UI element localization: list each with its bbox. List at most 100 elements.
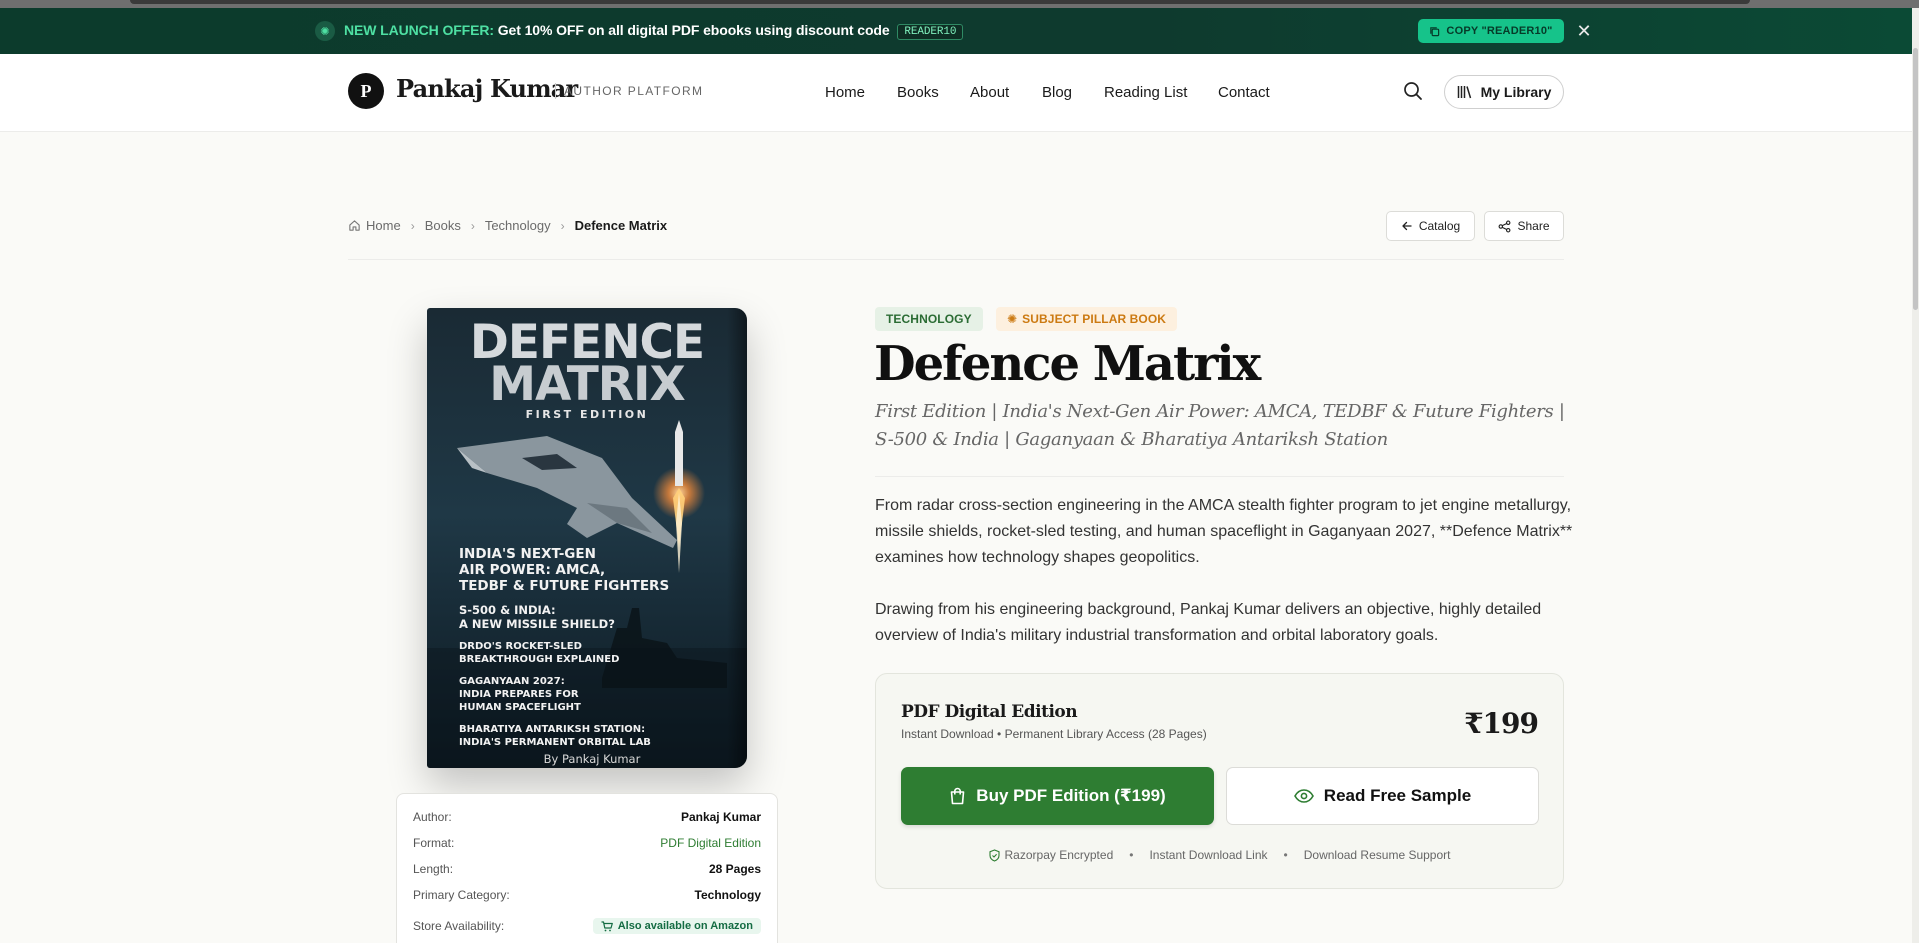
breadcrumb-technology[interactable]: Technology bbox=[485, 218, 551, 233]
trust-razorpay-label: Razorpay Encrypted bbox=[1004, 848, 1114, 862]
trust-instant-download: Instant Download Link bbox=[1149, 848, 1268, 862]
copy-icon bbox=[1430, 26, 1440, 36]
buy-pdf-label: Buy PDF Edition (₹199) bbox=[976, 786, 1166, 805]
promo-banner: ✺ NEW LAUNCH OFFER: Get 10% OFF on all d… bbox=[0, 8, 1912, 54]
trust-resume-support: Download Resume Support bbox=[1303, 848, 1451, 862]
cover-point-4-line3: HUMAN SPACEFLIGHT bbox=[459, 702, 581, 713]
cover-byline: By Pankaj Kumar bbox=[544, 752, 641, 766]
cover-point-1-line1: INDIA'S NEXT-GEN bbox=[459, 546, 596, 562]
book-cover[interactable]: DEFENCE MATRIX FIRST EDITION INDIA'S NEX… bbox=[427, 308, 747, 768]
my-library-button[interactable]: My Library bbox=[1444, 75, 1564, 109]
cover-edition: FIRST EDITION bbox=[526, 408, 649, 421]
book-meta-card: Author: Pankaj Kumar Format: PDF Digital… bbox=[396, 793, 778, 943]
copy-code-label: COPY "READER10" bbox=[1446, 25, 1553, 37]
meta-row-store: Store Availability: Also available on Am… bbox=[413, 918, 761, 934]
price: ₹199 bbox=[1464, 707, 1539, 740]
meta-label: Primary Category: bbox=[413, 888, 510, 902]
site-header: P Pankaj Kumar AUTHOR PLATFORM Home Book… bbox=[0, 54, 1912, 132]
sparkle-icon: ✺ bbox=[315, 21, 335, 41]
promo-message: NEW LAUNCH OFFER: Get 10% OFF on all dig… bbox=[344, 22, 964, 40]
trust-badges: Razorpay Encrypted • Instant Download Li… bbox=[876, 848, 1563, 862]
catalog-label: Catalog bbox=[1418, 219, 1461, 233]
read-sample-label: Read Free Sample bbox=[1323, 786, 1472, 805]
brand-tagline: AUTHOR PLATFORM bbox=[555, 83, 703, 99]
book-description-2: Drawing from his engineering background,… bbox=[875, 601, 1542, 644]
brand-name[interactable]: Pankaj Kumar bbox=[396, 74, 578, 103]
cover-point-5-line1: BHARATIYA ANTARIKSH STATION: bbox=[459, 724, 645, 735]
cover-point-3-line2: BREAKTHROUGH EXPLAINED bbox=[459, 654, 619, 665]
book-description-1: From radar cross-section engineering in … bbox=[875, 497, 1573, 566]
home-icon[interactable] bbox=[348, 219, 361, 232]
book-subtitle: First Edition | India's Next-Gen Air Pow… bbox=[875, 401, 1565, 450]
separator-dot: • bbox=[1129, 848, 1134, 862]
nav-contact[interactable]: Contact bbox=[1218, 84, 1270, 101]
breadcrumb-chevron-icon: › bbox=[470, 218, 475, 233]
promo-highlight: NEW LAUNCH OFFER: bbox=[344, 22, 494, 38]
my-library-label: My Library bbox=[1480, 84, 1552, 100]
purchase-card: PDF Digital Edition Instant Download • P… bbox=[875, 673, 1564, 889]
meta-length: 28 Pages bbox=[708, 862, 761, 876]
cover-point-5-line2: INDIA'S PERMANENT ORBITAL LAB bbox=[459, 737, 651, 748]
edition-subtitle: Instant Download • Permanent Library Acc… bbox=[901, 727, 1207, 741]
category-tag[interactable]: TECHNOLOGY bbox=[875, 307, 983, 331]
nav-reading-list[interactable]: Reading List bbox=[1104, 84, 1187, 101]
cover-point-4-line2: INDIA PREPARES FOR bbox=[459, 689, 579, 700]
buy-pdf-button[interactable]: Buy PDF Edition (₹199) bbox=[901, 767, 1214, 825]
browser-top-strip bbox=[0, 0, 1919, 8]
meta-row-category: Primary Category: Technology bbox=[413, 888, 761, 902]
shield-check-icon bbox=[988, 848, 1000, 862]
breadcrumb-chevron-icon: › bbox=[410, 218, 415, 233]
copy-code-button[interactable]: COPY "READER10" bbox=[1418, 19, 1564, 43]
book-title: Defence Matrix bbox=[874, 336, 1261, 392]
breadcrumb-home[interactable]: Home bbox=[366, 218, 401, 233]
nav-books[interactable]: Books bbox=[897, 84, 939, 101]
breadcrumb-divider bbox=[348, 259, 1564, 260]
share-label: Share bbox=[1517, 219, 1550, 233]
cover-point-1-line2: AIR POWER: AMCA, bbox=[459, 562, 605, 578]
nav-home[interactable]: Home bbox=[825, 84, 865, 101]
meta-row-length: Length: 28 Pages bbox=[413, 862, 761, 876]
cover-point-2-line2: A NEW MISSILE SHIELD? bbox=[459, 617, 615, 631]
amazon-label: Also available on Amazon bbox=[617, 920, 753, 932]
catalog-button[interactable]: Catalog bbox=[1386, 211, 1475, 241]
close-icon[interactable]: ✕ bbox=[1574, 19, 1594, 43]
scrollbar-thumb[interactable] bbox=[1913, 48, 1918, 310]
cover-point-1-line3: TEDBF & FUTURE FIGHTERS bbox=[459, 578, 669, 594]
separator-dot: • bbox=[1283, 848, 1288, 862]
pillar-tag-label: SUBJECT PILLAR BOOK bbox=[1022, 312, 1167, 326]
breadcrumb-books[interactable]: Books bbox=[425, 218, 461, 233]
read-sample-button[interactable]: Read Free Sample bbox=[1226, 767, 1539, 825]
search-icon[interactable] bbox=[1403, 81, 1423, 101]
library-icon bbox=[1457, 86, 1471, 99]
eye-icon bbox=[1293, 789, 1314, 803]
cover-point-4-line1: GAGANYAAN 2027: bbox=[459, 676, 565, 687]
title-divider bbox=[875, 476, 1564, 477]
nav-blog[interactable]: Blog bbox=[1042, 84, 1072, 101]
trust-razorpay: Razorpay Encrypted bbox=[988, 848, 1114, 862]
meta-row-author: Author: Pankaj Kumar bbox=[413, 810, 761, 824]
meta-category: Technology bbox=[694, 888, 761, 902]
cart-icon bbox=[601, 920, 613, 931]
sparkle-icon: ✺ bbox=[1007, 312, 1018, 326]
breadcrumb-chevron-icon: › bbox=[560, 218, 565, 233]
share-button[interactable]: Share bbox=[1484, 211, 1564, 241]
promo-code: READER10 bbox=[897, 24, 964, 40]
cover-title-line2: MATRIX bbox=[489, 357, 685, 412]
meta-label: Format: bbox=[413, 836, 455, 850]
breadcrumb: Home › Books › Technology › Defence Matr… bbox=[348, 218, 667, 233]
logo-mark[interactable]: P bbox=[348, 73, 384, 109]
share-icon bbox=[1499, 220, 1511, 232]
page-scrollbar[interactable] bbox=[1912, 8, 1919, 943]
meta-format: PDF Digital Edition bbox=[660, 836, 761, 850]
meta-label: Store Availability: bbox=[413, 919, 505, 933]
cover-point-2-line1: S-500 & INDIA: bbox=[459, 603, 556, 617]
meta-label: Author: bbox=[413, 810, 452, 824]
meta-row-format: Format: PDF Digital Edition bbox=[413, 836, 761, 850]
edition-title: PDF Digital Edition bbox=[901, 702, 1078, 722]
amazon-link[interactable]: Also available on Amazon bbox=[592, 918, 761, 934]
pillar-tag: ✺ SUBJECT PILLAR BOOK bbox=[996, 307, 1178, 331]
meta-label: Length: bbox=[413, 862, 454, 876]
promo-text: Get 10% OFF on all digital PDF ebooks us… bbox=[497, 22, 890, 38]
browser-top-strip-inner bbox=[130, 0, 1750, 4]
nav-about[interactable]: About bbox=[970, 84, 1009, 101]
